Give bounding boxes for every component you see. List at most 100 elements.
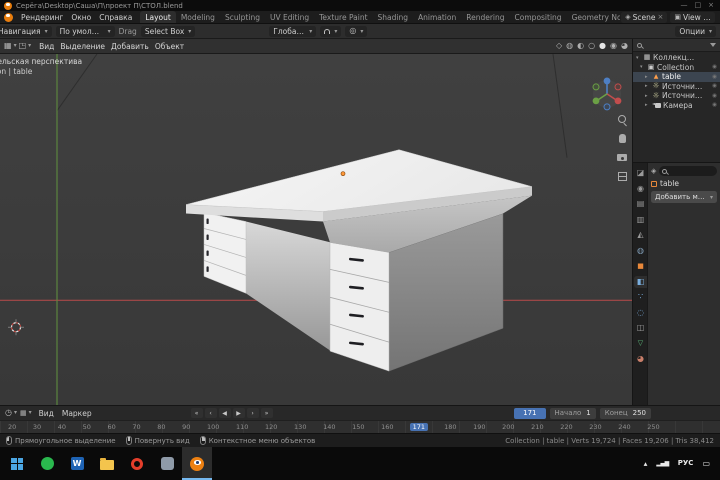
workspace-tab[interactable]: Geometry Nodes xyxy=(567,11,621,23)
timeline-menu-item[interactable]: Вид xyxy=(35,409,58,418)
disclosure-icon[interactable]: ▾ xyxy=(640,64,645,70)
taskbar-app[interactable] xyxy=(92,447,122,480)
viewport-nav-icon[interactable] xyxy=(617,133,628,144)
tray-item[interactable]: ▂▄▆ xyxy=(656,461,668,467)
taskbar-app[interactable] xyxy=(32,447,62,480)
visibility-eye-icon[interactable]: ◉ xyxy=(712,83,717,89)
properties-tab[interactable] xyxy=(634,276,647,288)
tool-preset-dropdown[interactable]: По умолчанию xyxy=(56,26,115,37)
workspace-tab[interactable]: Compositing xyxy=(510,11,567,23)
editor-type-icon[interactable] xyxy=(4,42,17,50)
taskbar-app[interactable] xyxy=(122,447,152,480)
outliner-row[interactable]: ▾ Коллекция сцены xyxy=(633,53,720,63)
taskbar-app[interactable] xyxy=(182,447,212,480)
disclosure-icon[interactable]: ▸ xyxy=(645,93,650,99)
start-button[interactable] xyxy=(2,447,32,480)
outliner-row[interactable]: ▸ Источник-света ◉ xyxy=(633,82,720,92)
outliner-row[interactable]: ▾ Collection ◉ xyxy=(633,63,720,73)
viewport-header-icon[interactable] xyxy=(621,42,628,50)
properties-tab[interactable] xyxy=(634,322,647,334)
window-button[interactable]: □ xyxy=(695,2,702,9)
scene-selector[interactable]: Scene × xyxy=(621,12,667,23)
menu-item[interactable]: Справка xyxy=(95,13,136,22)
workspace-tab[interactable]: Sculpting xyxy=(220,11,265,23)
viewport-menu-item[interactable]: Добавить xyxy=(108,42,152,51)
workspace-tab[interactable]: Shading xyxy=(373,11,413,23)
options-dropdown[interactable]: Опции xyxy=(675,26,716,37)
properties-search-input[interactable] xyxy=(659,166,717,176)
visibility-eye-icon[interactable]: ◉ xyxy=(712,102,717,108)
workspace-tab[interactable]: Layout xyxy=(140,11,176,23)
frame-end-field[interactable]: Конец250 xyxy=(600,408,651,419)
viewport-nav-icon[interactable] xyxy=(617,114,628,125)
browse-id-icon[interactable] xyxy=(651,168,656,175)
properties-tab[interactable] xyxy=(634,353,647,365)
menu-item[interactable]: Окно xyxy=(67,13,95,22)
add-modifier-button[interactable]: Добавить модификатор xyxy=(651,191,717,203)
properties-tab[interactable] xyxy=(634,198,647,210)
active-tool-dropdown[interactable]: Навигация xyxy=(0,26,52,37)
playback-button[interactable] xyxy=(233,408,245,418)
playback-button[interactable] xyxy=(247,408,259,418)
outliner-row[interactable]: ▸ Камера ◉ xyxy=(633,101,720,111)
visibility-eye-icon[interactable]: ◉ xyxy=(712,93,717,99)
viewport-header-icon[interactable] xyxy=(599,42,606,50)
properties-tab[interactable] xyxy=(634,183,647,195)
workspace-tab[interactable]: Rendering xyxy=(461,11,509,23)
viewport-header-icon[interactable] xyxy=(610,42,617,50)
proportional-edit-dropdown[interactable] xyxy=(345,26,367,37)
window-button[interactable]: — xyxy=(681,2,688,9)
view-layer-selector[interactable]: View Layer xyxy=(670,12,715,23)
snap-dropdown[interactable] xyxy=(320,26,341,37)
window-button[interactable]: × xyxy=(708,2,714,9)
properties-tab[interactable] xyxy=(634,291,647,303)
viewport-menu-item[interactable]: Вид xyxy=(36,42,57,51)
workspace-tab[interactable]: Texture Paint xyxy=(314,11,372,23)
tray-item[interactable]: ▴ xyxy=(644,460,648,468)
viewport-menu-item[interactable]: Объект xyxy=(152,42,187,51)
outliner-row[interactable]: ▸ Источник-света ◉ xyxy=(633,91,720,101)
playback-button[interactable] xyxy=(219,408,231,418)
properties-tab[interactable] xyxy=(634,229,647,241)
playback-button[interactable] xyxy=(191,408,203,418)
tray-item[interactable]: РУС xyxy=(678,460,694,467)
timeline-menu-item[interactable]: Маркер xyxy=(58,409,96,418)
viewport-nav-icon[interactable] xyxy=(617,152,628,163)
timeline-editor-type-icon[interactable] xyxy=(5,409,17,417)
taskbar-app[interactable]: W xyxy=(62,447,92,480)
viewport-nav-icon[interactable] xyxy=(617,171,628,182)
disclosure-icon[interactable]: ▸ xyxy=(645,74,650,80)
navigation-gizmo[interactable] xyxy=(593,78,622,110)
properties-tab[interactable] xyxy=(634,245,647,257)
outliner-row[interactable]: ▸ table ◉ xyxy=(633,72,720,82)
viewport-header-icon[interactable] xyxy=(566,42,573,50)
menu-item[interactable]: Рендеринг xyxy=(17,13,67,22)
viewport-header-icon[interactable] xyxy=(588,42,595,50)
blender-menu-icon[interactable] xyxy=(4,13,13,22)
current-frame-field[interactable]: 171 xyxy=(514,408,545,419)
properties-tab[interactable] xyxy=(634,214,647,226)
disclosure-icon[interactable]: ▾ xyxy=(636,55,641,61)
viewport-header-icon[interactable] xyxy=(556,42,562,50)
search-icon[interactable] xyxy=(637,43,642,48)
viewport-header-icon[interactable] xyxy=(577,42,584,50)
timeline-sync-dropdown[interactable] xyxy=(20,410,32,417)
properties-tab[interactable] xyxy=(634,260,647,272)
playback-button[interactable] xyxy=(261,408,273,418)
timeline-ruler[interactable]: 2030405060708090100110120130140150160171… xyxy=(0,420,720,433)
viewport-menu-item[interactable]: Выделение xyxy=(57,42,108,51)
tray-item[interactable]: ▭ xyxy=(702,460,710,468)
frame-start-field[interactable]: Начало1 xyxy=(550,408,596,419)
workspace-tab[interactable]: Animation xyxy=(413,11,461,23)
viewport-canvas[interactable]: Пользовательская перспектива (1) Collect… xyxy=(0,54,632,405)
orientation-dropdown[interactable]: Глобальная xyxy=(269,26,316,37)
drag-mode-dropdown[interactable]: Select Box xyxy=(141,26,195,37)
properties-tab[interactable] xyxy=(634,167,647,179)
properties-tab[interactable] xyxy=(634,307,647,319)
visibility-eye-icon[interactable]: ◉ xyxy=(712,64,717,70)
filter-icon[interactable] xyxy=(710,43,716,47)
desk-model[interactable] xyxy=(186,150,532,371)
disclosure-icon[interactable]: ▸ xyxy=(645,83,650,89)
object-mode-icon[interactable] xyxy=(19,42,32,50)
visibility-eye-icon[interactable]: ◉ xyxy=(712,74,717,80)
